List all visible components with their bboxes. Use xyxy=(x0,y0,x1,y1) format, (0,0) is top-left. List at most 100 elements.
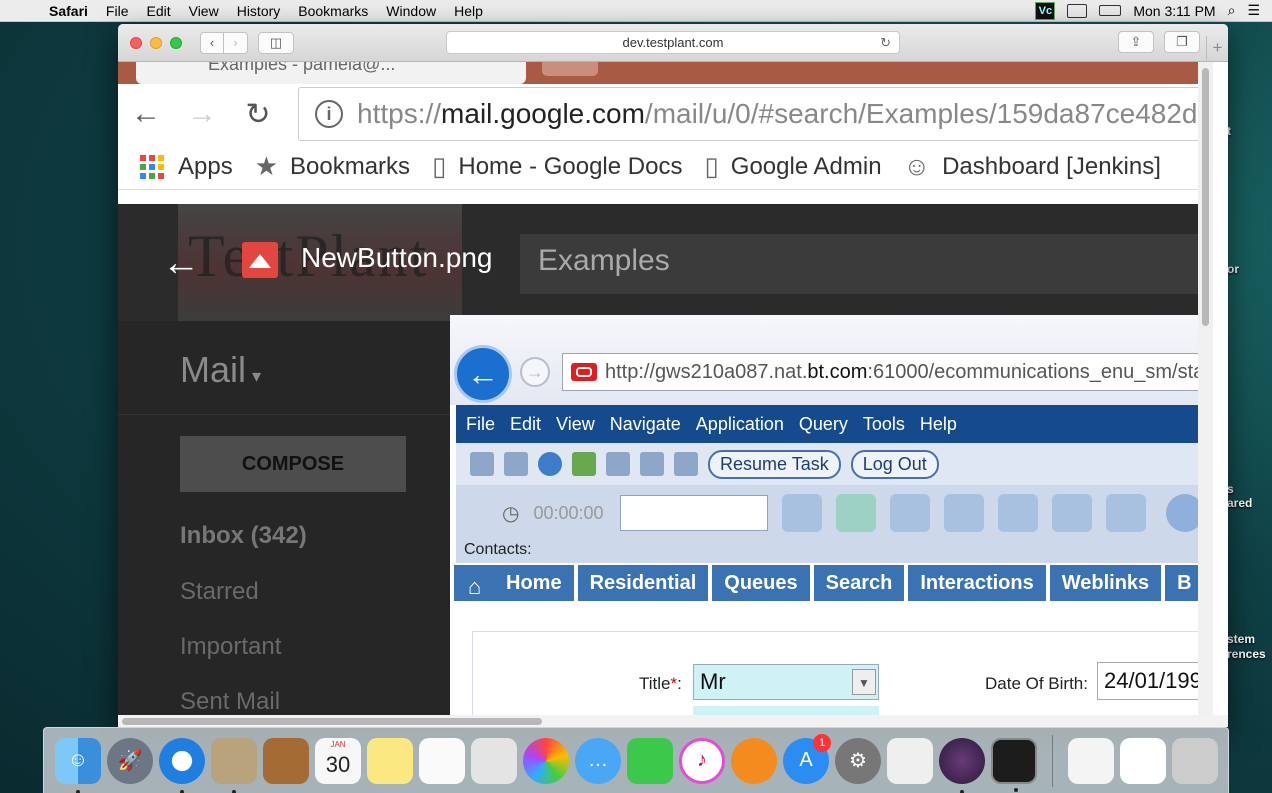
tab-residential[interactable]: Residential xyxy=(577,565,709,601)
chrome-forward-icon[interactable]: → xyxy=(174,97,230,131)
calendar-icon[interactable]: JAN 30 xyxy=(315,737,361,784)
photo-booth-icon[interactable] xyxy=(471,737,517,784)
phone-answer-icon[interactable] xyxy=(835,494,876,532)
safari-address-bar[interactable]: dev.testplant.com ↻ xyxy=(446,31,900,54)
safari-icon[interactable] xyxy=(159,737,205,793)
bookmark-apps[interactable]: Apps xyxy=(140,153,233,181)
spotlight-search-icon[interactable]: ⌕ xyxy=(1228,2,1236,19)
phone-retrieve-icon[interactable] xyxy=(1105,494,1146,532)
chrome-omnibox[interactable]: i https:// mail.google.com /mail/u/0/#se… xyxy=(298,87,1213,141)
resume-task-button[interactable]: Resume Task xyxy=(708,449,841,479)
preview-icon[interactable] xyxy=(211,737,257,793)
desktop-icon-label[interactable]: or xyxy=(1227,262,1239,276)
photos-icon[interactable] xyxy=(523,737,569,784)
dob-input[interactable]: 24/01/1991 xyxy=(1097,662,1213,700)
chrome-back-icon[interactable]: ← xyxy=(118,97,174,131)
globe-icon[interactable] xyxy=(538,452,562,476)
siebel-menu-application[interactable]: Application xyxy=(696,414,784,435)
itunes-icon[interactable]: ♪ xyxy=(679,737,725,784)
chrome-tab-active[interactable]: Examples - pamela@... xyxy=(136,62,526,84)
bookmark-google-admin[interactable]: ▯ Google Admin xyxy=(704,151,881,182)
compose-button[interactable]: COMPOSE xyxy=(180,436,406,492)
phone-hold-icon[interactable] xyxy=(889,494,930,532)
tab-search[interactable]: Search xyxy=(813,565,905,601)
fullscreen-window-button[interactable] xyxy=(170,36,182,49)
tab-home[interactable]: ⌂ Home xyxy=(454,565,574,601)
activity-monitor-icon[interactable] xyxy=(991,737,1037,792)
phone-dial-icon[interactable] xyxy=(781,494,822,532)
display-mirroring-icon[interactable] xyxy=(1067,3,1088,18)
battery-icon[interactable] xyxy=(1099,5,1122,16)
phone-consult-icon[interactable] xyxy=(1051,494,1092,532)
safari-forward-button[interactable]: › xyxy=(224,31,248,54)
share-icon[interactable]: ⇪ xyxy=(1118,31,1154,53)
phone-transfer-icon[interactable] xyxy=(943,494,984,532)
gmail-mail-menu[interactable]: Mail ▾ xyxy=(180,349,261,391)
tab-queues[interactable]: Queues xyxy=(712,565,810,601)
menu-window[interactable]: Window xyxy=(377,3,445,19)
reminders-icon[interactable] xyxy=(419,737,465,784)
safari-back-button[interactable]: ‹ xyxy=(200,31,224,54)
chart-icon[interactable] xyxy=(572,452,596,476)
nav-inbox[interactable]: Inbox (342) xyxy=(180,522,307,550)
messages-icon[interactable]: … xyxy=(575,737,621,784)
siebel-menu-query[interactable]: Query xyxy=(799,414,848,435)
tab-weblinks[interactable]: Weblinks xyxy=(1049,565,1162,601)
scrollbar-thumb[interactable] xyxy=(1202,68,1209,326)
help-icon[interactable] xyxy=(606,452,630,476)
ie-forward-icon[interactable]: → xyxy=(520,357,550,387)
desktop-icon-label[interactable]: s xyxy=(1227,482,1234,496)
launchpad-icon[interactable]: 🚀 xyxy=(107,737,153,784)
app-store-icon[interactable]: A1 xyxy=(783,733,831,784)
dropdown-arrow-icon[interactable]: ▼ xyxy=(852,669,876,695)
menu-file[interactable]: File xyxy=(97,3,138,19)
menu-help[interactable]: Help xyxy=(445,3,492,19)
bookmark-bookmarks[interactable]: ★ Bookmarks xyxy=(255,151,410,182)
horizontal-scrollbar[interactable] xyxy=(118,715,1228,727)
new-record-icon[interactable] xyxy=(470,452,494,476)
siebel-menu-navigate[interactable]: Navigate xyxy=(610,414,681,435)
menu-history[interactable]: History xyxy=(228,3,290,19)
close-window-button[interactable] xyxy=(130,36,142,49)
menu-bookmarks[interactable]: Bookmarks xyxy=(289,3,377,19)
notification-center-icon[interactable]: ☰ xyxy=(1247,2,1260,19)
print-icon[interactable] xyxy=(640,452,664,476)
ibooks-icon[interactable] xyxy=(731,737,777,784)
log-out-button[interactable]: Log Out xyxy=(850,449,939,479)
keyboard-icon[interactable] xyxy=(674,452,698,476)
tab-interactions[interactable]: Interactions xyxy=(908,565,1046,601)
menu-app-name[interactable]: Safari xyxy=(40,3,97,19)
info-icon[interactable]: i xyxy=(315,100,343,128)
new-tab-button[interactable]: + xyxy=(1206,36,1228,60)
remote-screen-view[interactable]: Examples - pamela@... ← → ↻ i https:// m… xyxy=(118,62,1213,716)
notes-icon[interactable] xyxy=(367,737,413,784)
nav-sent-mail[interactable]: Sent Mail xyxy=(180,688,280,716)
chrome-new-tab[interactable] xyxy=(542,62,598,76)
vnc-status-icon[interactable]: Vc xyxy=(1035,1,1056,20)
desktop-icon-label[interactable]: ared xyxy=(1227,496,1252,510)
menu-clock[interactable]: Mon 3:11 PM xyxy=(1133,3,1215,19)
document-file-icon[interactable] xyxy=(1068,737,1114,784)
desktop-icon-label[interactable]: rences xyxy=(1227,647,1266,661)
copy-record-icon[interactable] xyxy=(504,452,528,476)
contacts-icon[interactable] xyxy=(263,737,309,784)
siebel-menu-edit[interactable]: Edit xyxy=(510,414,541,435)
textedit-icon[interactable] xyxy=(887,737,933,784)
desktop-icon-label[interactable]: stem xyxy=(1227,632,1255,646)
minimize-window-button[interactable] xyxy=(150,36,162,49)
facetime-icon[interactable] xyxy=(627,737,673,784)
sidebar-toggle-icon[interactable]: ◫ xyxy=(258,31,294,54)
siebel-menu-tools[interactable]: Tools xyxy=(863,414,905,435)
viewer-back-icon[interactable]: ← xyxy=(162,242,200,285)
menu-view[interactable]: View xyxy=(180,3,228,19)
trash-icon[interactable] xyxy=(1172,737,1218,784)
bookmark-home-google-docs[interactable]: ▯ Home - Google Docs xyxy=(432,151,682,182)
gmail-search-input[interactable]: Examples xyxy=(520,234,1213,294)
nav-important[interactable]: Important xyxy=(180,633,281,661)
menu-edit[interactable]: Edit xyxy=(137,3,179,19)
call-number-input[interactable] xyxy=(619,495,768,531)
siebel-menu-file[interactable]: File xyxy=(466,414,495,435)
show-tabs-icon[interactable]: ❐ xyxy=(1164,31,1200,53)
bookmark-jenkins[interactable]: ☺ Dashboard [Jenkins] xyxy=(904,151,1161,182)
title-select[interactable]: Mr ▼ xyxy=(693,664,879,700)
